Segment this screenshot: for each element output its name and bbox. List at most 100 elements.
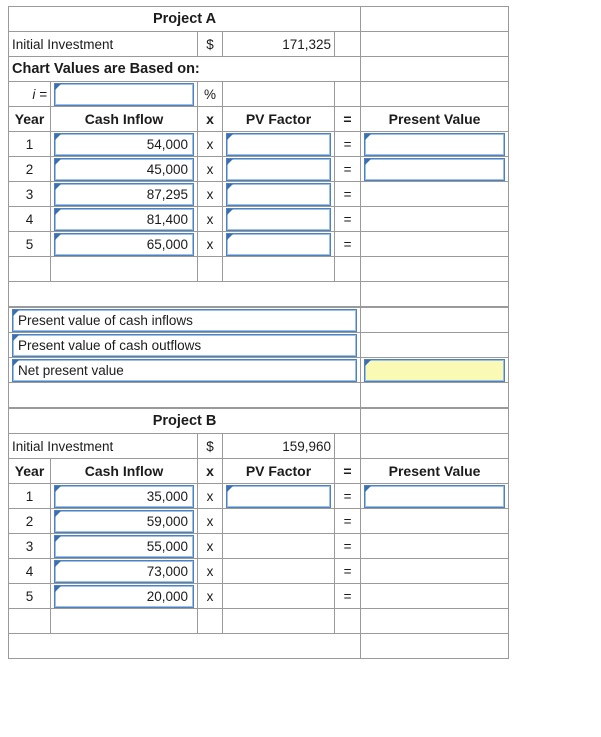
pv-inflows-value — [360, 307, 510, 333]
npv-value-cell[interactable] — [360, 357, 510, 383]
table-row: 4 73,000 x = — [8, 558, 510, 584]
pv-inflows-label-box[interactable]: Present value of cash inflows — [12, 308, 358, 332]
times-symbol: x — [197, 483, 223, 509]
equals-symbol: = — [333, 508, 362, 534]
project-b-table: Project B Initial Investment $ 159,960 Y… — [7, 408, 510, 659]
equals-symbol: = — [333, 583, 362, 609]
npv-label-cell[interactable]: Net present value — [7, 357, 362, 383]
cash-inflow-box: 87,295 — [54, 182, 194, 206]
row-year: 3 — [8, 181, 51, 207]
cash-inflow-cell: 65,000 — [50, 231, 198, 257]
chart-values-filler — [360, 56, 510, 82]
col-header-cash-inflow: Cash Inflow — [50, 458, 198, 484]
npv-label-box[interactable]: Net present value — [12, 358, 358, 382]
times-symbol: x — [197, 206, 223, 232]
npv-input[interactable] — [364, 358, 506, 382]
cash-inflow-box: 45,000 — [54, 157, 194, 181]
cash-inflow-value: 55,000 — [146, 538, 188, 554]
project-b-total-value — [360, 608, 510, 634]
equals-symbol: = — [333, 181, 362, 207]
equals-symbol: = — [333, 131, 362, 157]
cash-inflow-box: 73,000 — [54, 559, 194, 583]
interest-rate-label: i = — [8, 81, 51, 107]
interest-rate-blank-1 — [222, 81, 335, 107]
npv-label: Net present value — [18, 362, 124, 378]
project-a-title: Project A — [7, 6, 362, 32]
times-symbol: x — [197, 181, 223, 207]
pv-factor-input[interactable] — [226, 207, 331, 231]
present-value-input[interactable] — [364, 132, 506, 156]
project-b-title-filler — [360, 408, 510, 434]
pv-factor-cell[interactable] — [222, 131, 335, 157]
pv-factor-cell[interactable] — [222, 206, 335, 232]
present-value-cell[interactable] — [360, 131, 510, 157]
pv-factor-cell[interactable] — [222, 156, 335, 182]
percent-symbol: % — [197, 81, 223, 107]
summary-row-npv: Net present value — [7, 357, 510, 383]
col-header-present-value: Present Value — [360, 458, 510, 484]
spacer-right — [360, 633, 510, 659]
pv-outflows-label-cell[interactable]: Present value of cash outflows — [7, 332, 362, 358]
table-row: 3 87,295 x = — [8, 181, 510, 207]
interest-rate-blank-2 — [333, 81, 362, 107]
pv-outflows-value — [360, 332, 510, 358]
initial-investment-value: 159,960 — [222, 433, 335, 459]
total-blank-1 — [8, 608, 51, 634]
initial-investment-blank — [360, 433, 510, 459]
present-value-cell[interactable] — [360, 483, 510, 509]
row-year: 3 — [8, 533, 51, 559]
cash-inflow-value: 65,000 — [146, 236, 188, 252]
total-blank-4 — [222, 256, 335, 282]
pv-factor-input[interactable] — [226, 182, 331, 206]
pv-factor-cell[interactable] — [222, 483, 335, 509]
table-row: 5 65,000 x = — [8, 231, 510, 257]
pv-outflows-label-box[interactable]: Present value of cash outflows — [12, 333, 358, 357]
project-a-total-value — [360, 256, 510, 282]
worksheet: Project A Initial Investment $ 171,325 C… — [7, 6, 510, 659]
present-value-cell[interactable] — [360, 156, 510, 182]
spacer-left — [7, 633, 362, 659]
summary-blank-right — [360, 382, 510, 408]
table-row: 2 59,000 x = — [8, 508, 510, 534]
cash-inflow-cell: 81,400 — [50, 206, 198, 232]
pv-factor-cell[interactable] — [222, 181, 335, 207]
col-header-times: x — [197, 458, 223, 484]
row-year: 5 — [8, 583, 51, 609]
col-header-cash-inflow: Cash Inflow — [50, 106, 198, 132]
col-header-equals: = — [333, 106, 362, 132]
cash-inflow-cell: 87,295 — [50, 181, 198, 207]
pv-inflows-label-cell[interactable]: Present value of cash inflows — [7, 307, 362, 333]
chart-values-row: Chart Values are Based on: — [7, 56, 510, 82]
pv-factor-cell — [222, 508, 335, 534]
pv-factor-input[interactable] — [226, 484, 331, 508]
pv-factor-input[interactable] — [226, 132, 331, 156]
initial-investment-label: Initial Investment — [8, 433, 198, 459]
currency-symbol: $ — [197, 31, 223, 57]
project-a-column-headers: Year Cash Inflow x PV Factor = Present V… — [8, 106, 510, 132]
cash-inflow-box: 54,000 — [54, 132, 194, 156]
pv-factor-input[interactable] — [226, 157, 331, 181]
cash-inflow-box: 35,000 — [54, 484, 194, 508]
cash-inflow-box: 59,000 — [54, 509, 194, 533]
row-year: 5 — [8, 231, 51, 257]
present-value-cell — [360, 231, 510, 257]
initial-investment-label: Initial Investment — [8, 31, 198, 57]
pv-factor-cell — [222, 558, 335, 584]
total-blank-1 — [8, 256, 51, 282]
col-header-present-value: Present Value — [360, 106, 510, 132]
cash-inflow-value: 45,000 — [146, 161, 188, 177]
interest-rate-cell[interactable] — [50, 81, 198, 107]
row-year: 2 — [8, 156, 51, 182]
pv-factor-cell[interactable] — [222, 231, 335, 257]
interest-rate-input[interactable] — [54, 82, 194, 106]
present-value-input[interactable] — [364, 157, 506, 181]
pv-factor-input[interactable] — [226, 232, 331, 256]
col-header-times: x — [197, 106, 223, 132]
summary-row-outflows: Present value of cash outflows — [7, 332, 510, 358]
cash-inflow-cell: 45,000 — [50, 156, 198, 182]
present-value-cell — [360, 206, 510, 232]
table-row: 5 20,000 x = — [8, 583, 510, 609]
spacer-row-a — [7, 281, 510, 307]
present-value-cell — [360, 583, 510, 609]
present-value-input[interactable] — [364, 484, 506, 508]
